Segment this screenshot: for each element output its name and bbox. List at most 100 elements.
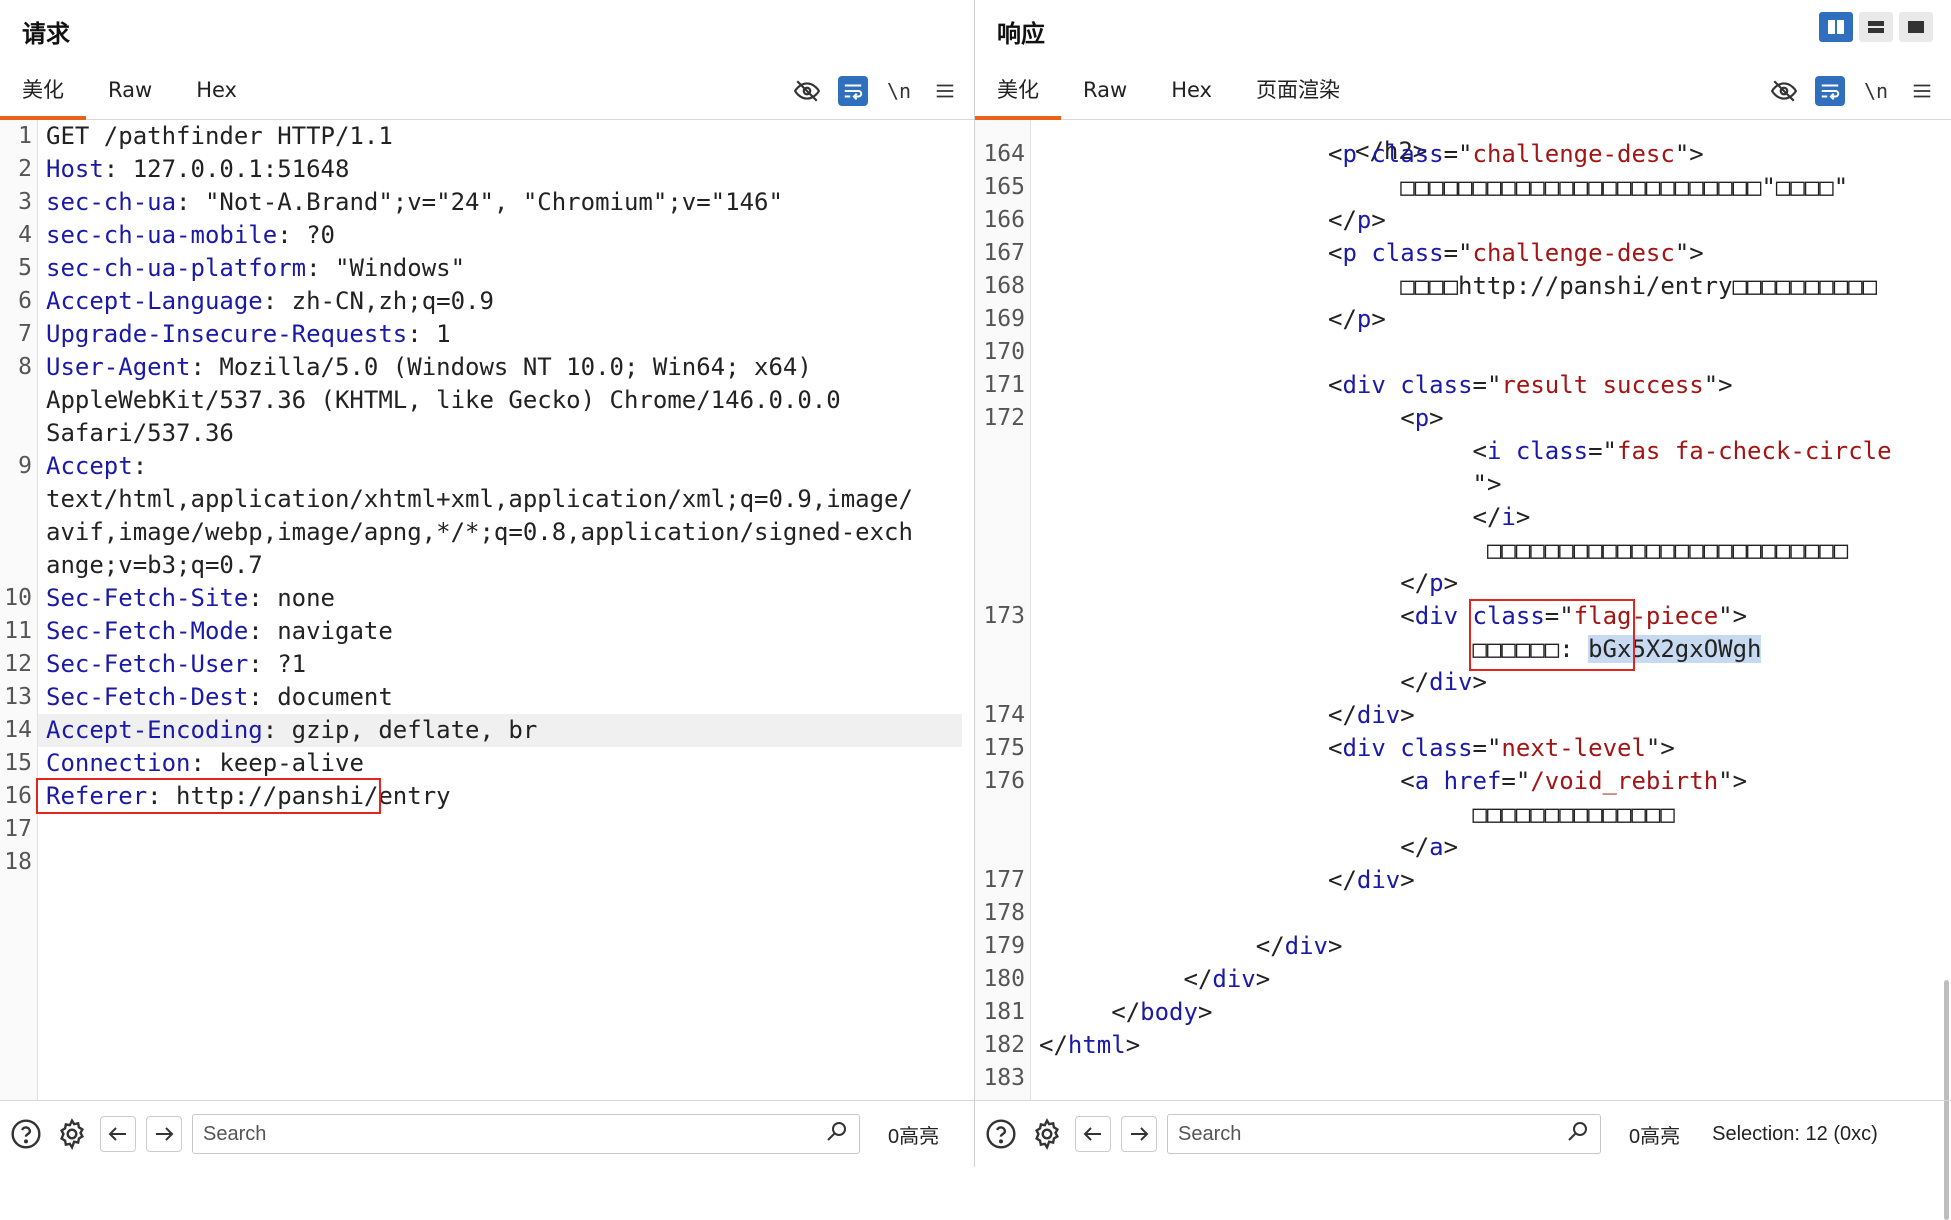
code-line: 17 [0, 813, 974, 846]
request-scrollbar[interactable] [964, 120, 974, 1100]
response-editor[interactable]: </h2> 164 <p class="challenge-desc"> 165 □□… [975, 120, 1951, 1100]
code-line: 178 [975, 897, 1951, 930]
request-search-placeholder: Search [203, 1122, 267, 1145]
code-line: 172 <p> [975, 402, 1951, 435]
token: ange;v=b3;q=0.7 [46, 551, 263, 579]
help-icon[interactable] [983, 1116, 1019, 1152]
token: Connection [46, 749, 191, 777]
token: Sec-Fetch-User [46, 650, 249, 678]
line-number: 169 [983, 306, 1025, 332]
layout-stack-icon[interactable] [1859, 12, 1893, 42]
token: "> [1718, 767, 1748, 795]
token: < [1328, 371, 1343, 399]
token: challenge-desc [1472, 239, 1675, 267]
response-tab-pretty[interactable]: 美化 [975, 61, 1061, 120]
arrow-right-icon[interactable] [146, 1116, 182, 1152]
token: "> [1674, 140, 1704, 168]
response-tab-hex[interactable]: Hex [1149, 61, 1234, 119]
token: challenge-desc [1472, 140, 1675, 168]
token: : "Not-A.Brand";v="24", "Chromium";v="14… [176, 188, 783, 216]
token: body [1140, 998, 1198, 1026]
request-footer: Search 0高亮 [0, 1100, 974, 1167]
menu-icon[interactable] [930, 76, 960, 106]
token: next-level [1501, 734, 1646, 762]
eye-off-icon[interactable] [1769, 76, 1799, 106]
response-tab-render[interactable]: 页面渲染 [1234, 61, 1362, 119]
request-tab-hex[interactable]: Hex [174, 61, 259, 119]
code-line: 7 Upgrade-Insecure-Requests: 1 [0, 318, 974, 351]
token: : "Windows" [306, 254, 466, 282]
code-line: 164 <p class="challenge-desc"> [975, 138, 1951, 171]
token: i [1501, 503, 1516, 531]
token: Safari/537.36 [46, 419, 234, 447]
search-icon[interactable] [825, 1119, 849, 1149]
token: i [1486, 437, 1502, 465]
code-line: 182 </html> [975, 1029, 1951, 1062]
token: /void_rebirth [1530, 767, 1719, 795]
newline-toggle[interactable]: \n [1861, 76, 1891, 106]
arrow-left-icon[interactable] [100, 1116, 136, 1152]
token: : document [248, 683, 393, 711]
response-scrollbar[interactable] [1941, 120, 1951, 1220]
response-highlight-count: 0高亮 [1629, 1125, 1681, 1148]
token: a [1414, 767, 1430, 795]
code-text: </i> [1473, 501, 1531, 534]
code-text: <div class="next-level"> [1328, 732, 1675, 765]
token: : 127.0.0.1:51648 [103, 155, 350, 183]
wrap-icon[interactable] [1815, 76, 1845, 106]
code-line: □□□□□□□□□□□□□□□□□□□□□□□□□ [975, 534, 1951, 567]
line-number: 164 [983, 141, 1025, 167]
eye-off-icon[interactable] [792, 76, 822, 106]
selection-status: Selection: 12 (0xc) [1712, 1122, 1878, 1145]
arrow-left-icon[interactable] [1075, 1116, 1111, 1152]
response-partial-line: </h2> [975, 120, 1951, 165]
token: </ [1400, 833, 1430, 861]
request-search-input[interactable]: Search [192, 1114, 860, 1154]
token: a [1429, 833, 1444, 861]
help-icon[interactable] [8, 1116, 44, 1152]
code-line: 11 Sec-Fetch-Mode: navigate [0, 615, 974, 648]
code-line: 176 <a href="/void_rebirth"> [975, 765, 1951, 798]
newline-toggle[interactable]: \n [884, 76, 914, 106]
line-number: 18 [4, 849, 32, 875]
token: > [1255, 965, 1271, 993]
code-text: User-Agent: Mozilla/5.0 (Windows NT 10.0… [46, 351, 812, 384]
code-text: Sec-Fetch-User: ?1 [46, 648, 306, 681]
layout-single-icon[interactable] [1899, 12, 1933, 42]
request-editor[interactable]: 1 GET /pathfinder HTTP/1.1 2 Host: 127.0.0.… [0, 120, 974, 1100]
token: "> [1674, 239, 1704, 267]
token: </ [1328, 305, 1357, 333]
token: p [1356, 206, 1372, 234]
token: class [1371, 140, 1444, 168]
token: □□□□□□□□□□□□□□ [1472, 800, 1675, 828]
code-line: 3 sec-ch-ua: "Not-A.Brand";v="24", "Chrom… [0, 186, 974, 219]
line-number: 7 [18, 321, 32, 347]
menu-icon[interactable] [1907, 76, 1937, 106]
line-number: 167 [983, 240, 1025, 266]
line-number: 16 [4, 783, 32, 809]
request-title: 请求 [22, 19, 70, 48]
response-tab-raw[interactable]: Raw [1061, 61, 1149, 119]
code-text: "> [1473, 468, 1502, 501]
code-line: 174 </div> [975, 699, 1951, 732]
code-text: Sec-Fetch-Dest: document [46, 681, 393, 714]
code-text: </div> [1184, 963, 1271, 996]
response-search-input[interactable]: Search [1167, 1114, 1601, 1154]
code-text: </div> [1328, 864, 1415, 897]
request-pane: 请求 美化 Raw Hex \n 1 GET /pathfinder HTTP/1… [0, 0, 975, 1167]
gear-icon[interactable] [1029, 1116, 1065, 1152]
request-tabs: 美化 Raw Hex \n [0, 62, 974, 120]
code-line: 1 GET /pathfinder HTTP/1.1 [0, 120, 974, 153]
line-number: 180 [983, 966, 1025, 992]
request-tab-raw[interactable]: Raw [86, 61, 174, 119]
wrap-icon[interactable] [838, 76, 868, 106]
token: div [1212, 965, 1256, 993]
code-text: </div> [1256, 930, 1343, 963]
code-line: </div> [975, 666, 1951, 699]
request-tab-pretty[interactable]: 美化 [0, 61, 86, 120]
search-icon[interactable] [1566, 1119, 1590, 1149]
line-number: 181 [983, 999, 1025, 1025]
arrow-right-icon[interactable] [1121, 1116, 1157, 1152]
layout-split-icon[interactable] [1819, 12, 1853, 42]
gear-icon[interactable] [54, 1116, 90, 1152]
